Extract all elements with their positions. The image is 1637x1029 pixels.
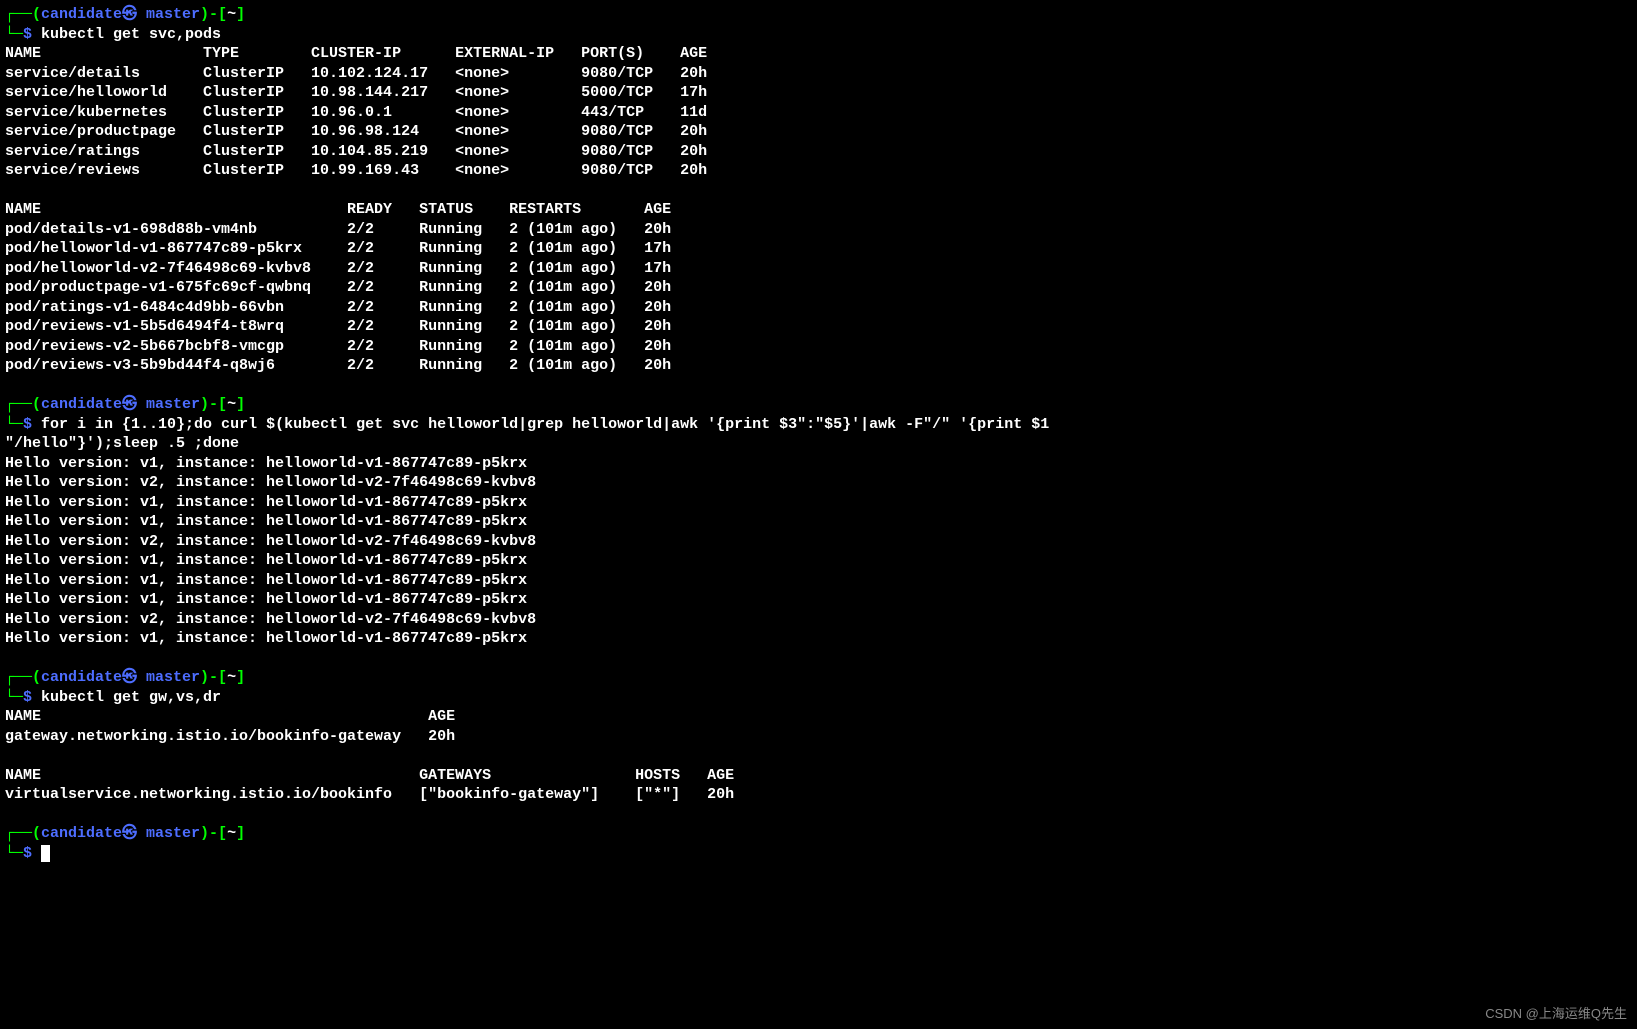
svc-row: service/reviews ClusterIP 10.99.169.43 <… xyxy=(5,161,1632,181)
cursor[interactable] xyxy=(41,845,50,862)
hello-row: Hello version: v2, instance: helloworld-… xyxy=(5,610,1632,630)
hello-row: Hello version: v1, instance: helloworld-… xyxy=(5,454,1632,474)
svc-row: service/details ClusterIP 10.102.124.17 … xyxy=(5,64,1632,84)
pod-row: pod/ratings-v1-6484c4d9bb-66vbn 2/2 Runn… xyxy=(5,298,1632,318)
hello-row: Hello version: v1, instance: helloworld-… xyxy=(5,571,1632,591)
prompt-line2: └─$ kubectl get gw,vs,dr xyxy=(5,688,1632,708)
svc-header: NAME TYPE CLUSTER-IP EXTERNAL-IP PORT(S)… xyxy=(5,44,1632,64)
hello-row: Hello version: v1, instance: helloworld-… xyxy=(5,551,1632,571)
prompt-line1: ┌──(candidate㉿ master)-[~] xyxy=(5,824,1632,844)
pod-row: pod/reviews-v3-5b9bd44f4-q8wj6 2/2 Runni… xyxy=(5,356,1632,376)
hello-row: Hello version: v1, instance: helloworld-… xyxy=(5,493,1632,513)
pod-row: pod/helloworld-v1-867747c89-p5krx 2/2 Ru… xyxy=(5,239,1632,259)
svc-row: service/helloworld ClusterIP 10.98.144.2… xyxy=(5,83,1632,103)
watermark: CSDN @上海运维Q先生 xyxy=(1485,1006,1627,1023)
pod-table: pod/details-v1-698d88b-vm4nb 2/2 Running… xyxy=(5,220,1632,376)
command-2: for i in {1..10};do curl $(kubectl get s… xyxy=(32,416,1049,433)
prompt-line1: ┌──(candidate㉿ master)-[~] xyxy=(5,395,1632,415)
hello-output: Hello version: v1, instance: helloworld-… xyxy=(5,454,1632,649)
prompt-line2: └─$ for i in {1..10};do curl $(kubectl g… xyxy=(5,415,1632,435)
hello-row: Hello version: v1, instance: helloworld-… xyxy=(5,629,1632,649)
pod-row: pod/details-v1-698d88b-vm4nb 2/2 Running… xyxy=(5,220,1632,240)
gw-header: NAME AGE xyxy=(5,707,1632,727)
vs-row: virtualservice.networking.istio.io/booki… xyxy=(5,785,1632,805)
terminal[interactable]: ┌──(candidate㉿ master)-[~] └─$ kubectl g… xyxy=(5,5,1632,863)
prompt-line1: ┌──(candidate㉿ master)-[~] xyxy=(5,668,1632,688)
hello-row: Hello version: v1, instance: helloworld-… xyxy=(5,590,1632,610)
svc-row: service/ratings ClusterIP 10.104.85.219 … xyxy=(5,142,1632,162)
svc-row: service/kubernetes ClusterIP 10.96.0.1 <… xyxy=(5,103,1632,123)
gw-row: gateway.networking.istio.io/bookinfo-gat… xyxy=(5,727,1632,747)
command-1: kubectl get svc,pods xyxy=(32,26,221,43)
prompt-line2: └─$ xyxy=(5,844,1632,864)
command-2-cont: "/hello"}');sleep .5 ;done xyxy=(5,434,1632,454)
svc-row: service/productpage ClusterIP 10.96.98.1… xyxy=(5,122,1632,142)
prompt-line2: └─$ kubectl get svc,pods xyxy=(5,25,1632,45)
pod-header: NAME READY STATUS RESTARTS AGE xyxy=(5,200,1632,220)
prompt-line1: ┌──(candidate㉿ master)-[~] xyxy=(5,5,1632,25)
command-3: kubectl get gw,vs,dr xyxy=(32,689,221,706)
pod-row: pod/productpage-v1-675fc69cf-qwbnq 2/2 R… xyxy=(5,278,1632,298)
pod-row: pod/reviews-v2-5b667bcbf8-vmcgp 2/2 Runn… xyxy=(5,337,1632,357)
vs-header: NAME GATEWAYS HOSTS AGE xyxy=(5,766,1632,786)
pod-row: pod/helloworld-v2-7f46498c69-kvbv8 2/2 R… xyxy=(5,259,1632,279)
hello-row: Hello version: v1, instance: helloworld-… xyxy=(5,512,1632,532)
pod-row: pod/reviews-v1-5b5d6494f4-t8wrq 2/2 Runn… xyxy=(5,317,1632,337)
hello-row: Hello version: v2, instance: helloworld-… xyxy=(5,473,1632,493)
hello-row: Hello version: v2, instance: helloworld-… xyxy=(5,532,1632,552)
svc-table: service/details ClusterIP 10.102.124.17 … xyxy=(5,64,1632,181)
